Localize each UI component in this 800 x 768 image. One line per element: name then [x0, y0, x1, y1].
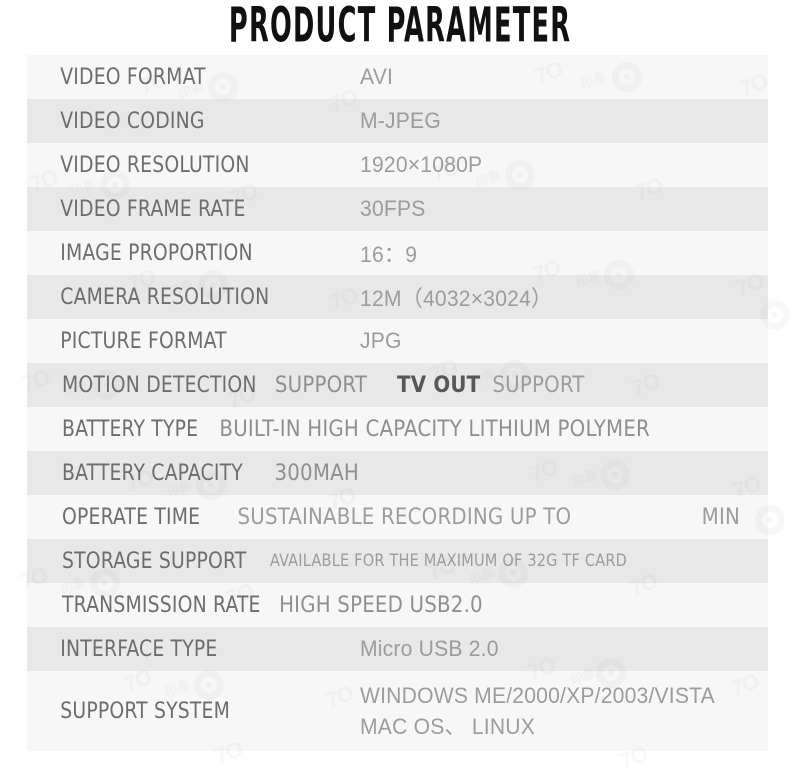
table-row: BATTERY CAPACITY 300MAH	[27, 451, 768, 495]
row-value: 16：9	[360, 242, 418, 267]
row-label: IMAGE PROPORTION	[60, 240, 253, 266]
row-value: 1920×1080P	[360, 152, 483, 177]
table-row: IMAGE PROPORTION 16：9	[27, 231, 768, 275]
row-label: MOTION DETECTION	[62, 372, 257, 398]
row-value-unit: MIN	[701, 504, 740, 530]
row-label: VIDEO FORMAT	[60, 64, 206, 90]
row-value: BUILT-IN HIGH CAPACITY LITHIUM POLYMER	[219, 416, 650, 442]
table-row: MOTION DETECTION SUPPORT TV OUT SUPPORT	[27, 363, 768, 407]
page-title-text: PRODUCT PARAMETER	[228, 0, 572, 53]
row-label: INTERFACE TYPE	[60, 636, 218, 662]
table-row: VIDEO FORMAT AVI	[27, 55, 768, 99]
row-label: BATTERY CAPACITY	[62, 460, 243, 486]
table-row: BATTERY TYPE BUILT-IN HIGH CAPACITY LITH…	[27, 407, 768, 451]
row-label: BATTERY TYPE	[62, 416, 199, 442]
page-title: PRODUCT PARAMETER	[0, 0, 800, 53]
row-label: VIDEO FRAME RATE	[60, 196, 246, 222]
table-row: PICTURE FORMAT JPG	[27, 319, 768, 363]
row-value: 30FPS	[360, 196, 426, 221]
row-value: 12M（4032×3024）	[360, 286, 553, 311]
table-row: OPERATE TIME SUSTAINABLE RECORDING UP TO…	[27, 495, 768, 539]
row-value: JPG	[360, 328, 402, 353]
product-parameter-page: 7O 7O 7O 7O 7O 7O 7O 7O 7O 7O 7O 7O 7O 7…	[0, 0, 800, 768]
row-label: STORAGE SUPPORT	[62, 548, 247, 574]
row-label: VIDEO RESOLUTION	[60, 152, 250, 178]
table-row: VIDEO CODING M-JPEG	[27, 99, 768, 143]
table-row: INTERFACE TYPE Micro USB 2.0	[27, 627, 768, 671]
row-value: Micro USB 2.0	[360, 636, 499, 661]
table-row: VIDEO FRAME RATE 30FPS	[27, 187, 768, 231]
row-value-line2: MAC OS、 LINUX	[360, 714, 536, 739]
spec-table: VIDEO FORMAT AVI VIDEO CODING M-JPEG VID…	[27, 55, 768, 751]
row-label: CAMERA RESOLUTION	[60, 284, 270, 310]
row-value: AVAILABLE FOR THE MAXIMUM OF 32G TF CARD	[270, 551, 628, 571]
row-label: PICTURE FORMAT	[60, 328, 227, 354]
row-secondary-label: TV OUT	[397, 372, 481, 398]
row-label: OPERATE TIME	[62, 504, 201, 530]
row-value: SUSTAINABLE RECORDING UP TO	[237, 504, 572, 530]
table-row: STORAGE SUPPORT AVAILABLE FOR THE MAXIMU…	[27, 539, 768, 583]
row-value: HIGH SPEED USB2.0	[279, 592, 483, 618]
table-row: CAMERA RESOLUTION 12M（4032×3024）	[27, 275, 768, 319]
row-secondary-value: SUPPORT	[492, 372, 585, 398]
table-row: VIDEO RESOLUTION 1920×1080P	[27, 143, 768, 187]
table-row: TRANSMISSION RATE HIGH SPEED USB2.0	[27, 583, 768, 627]
row-value: M-JPEG	[360, 108, 441, 133]
row-value-line1: WINDOWS ME/2000/XP/2003/VISTA	[360, 683, 715, 708]
row-value-group: WINDOWS ME/2000/XP/2003/VISTA MAC OS、 LI…	[360, 680, 768, 742]
row-value: AVI	[360, 64, 394, 89]
row-label: TRANSMISSION RATE	[62, 592, 261, 618]
row-value: SUPPORT	[274, 372, 368, 398]
row-label: SUPPORT SYSTEM	[60, 698, 231, 724]
table-row: SUPPORT SYSTEM WINDOWS ME/2000/XP/2003/V…	[27, 671, 768, 751]
row-label: VIDEO CODING	[60, 108, 205, 134]
row-value: 300MAH	[274, 460, 359, 486]
